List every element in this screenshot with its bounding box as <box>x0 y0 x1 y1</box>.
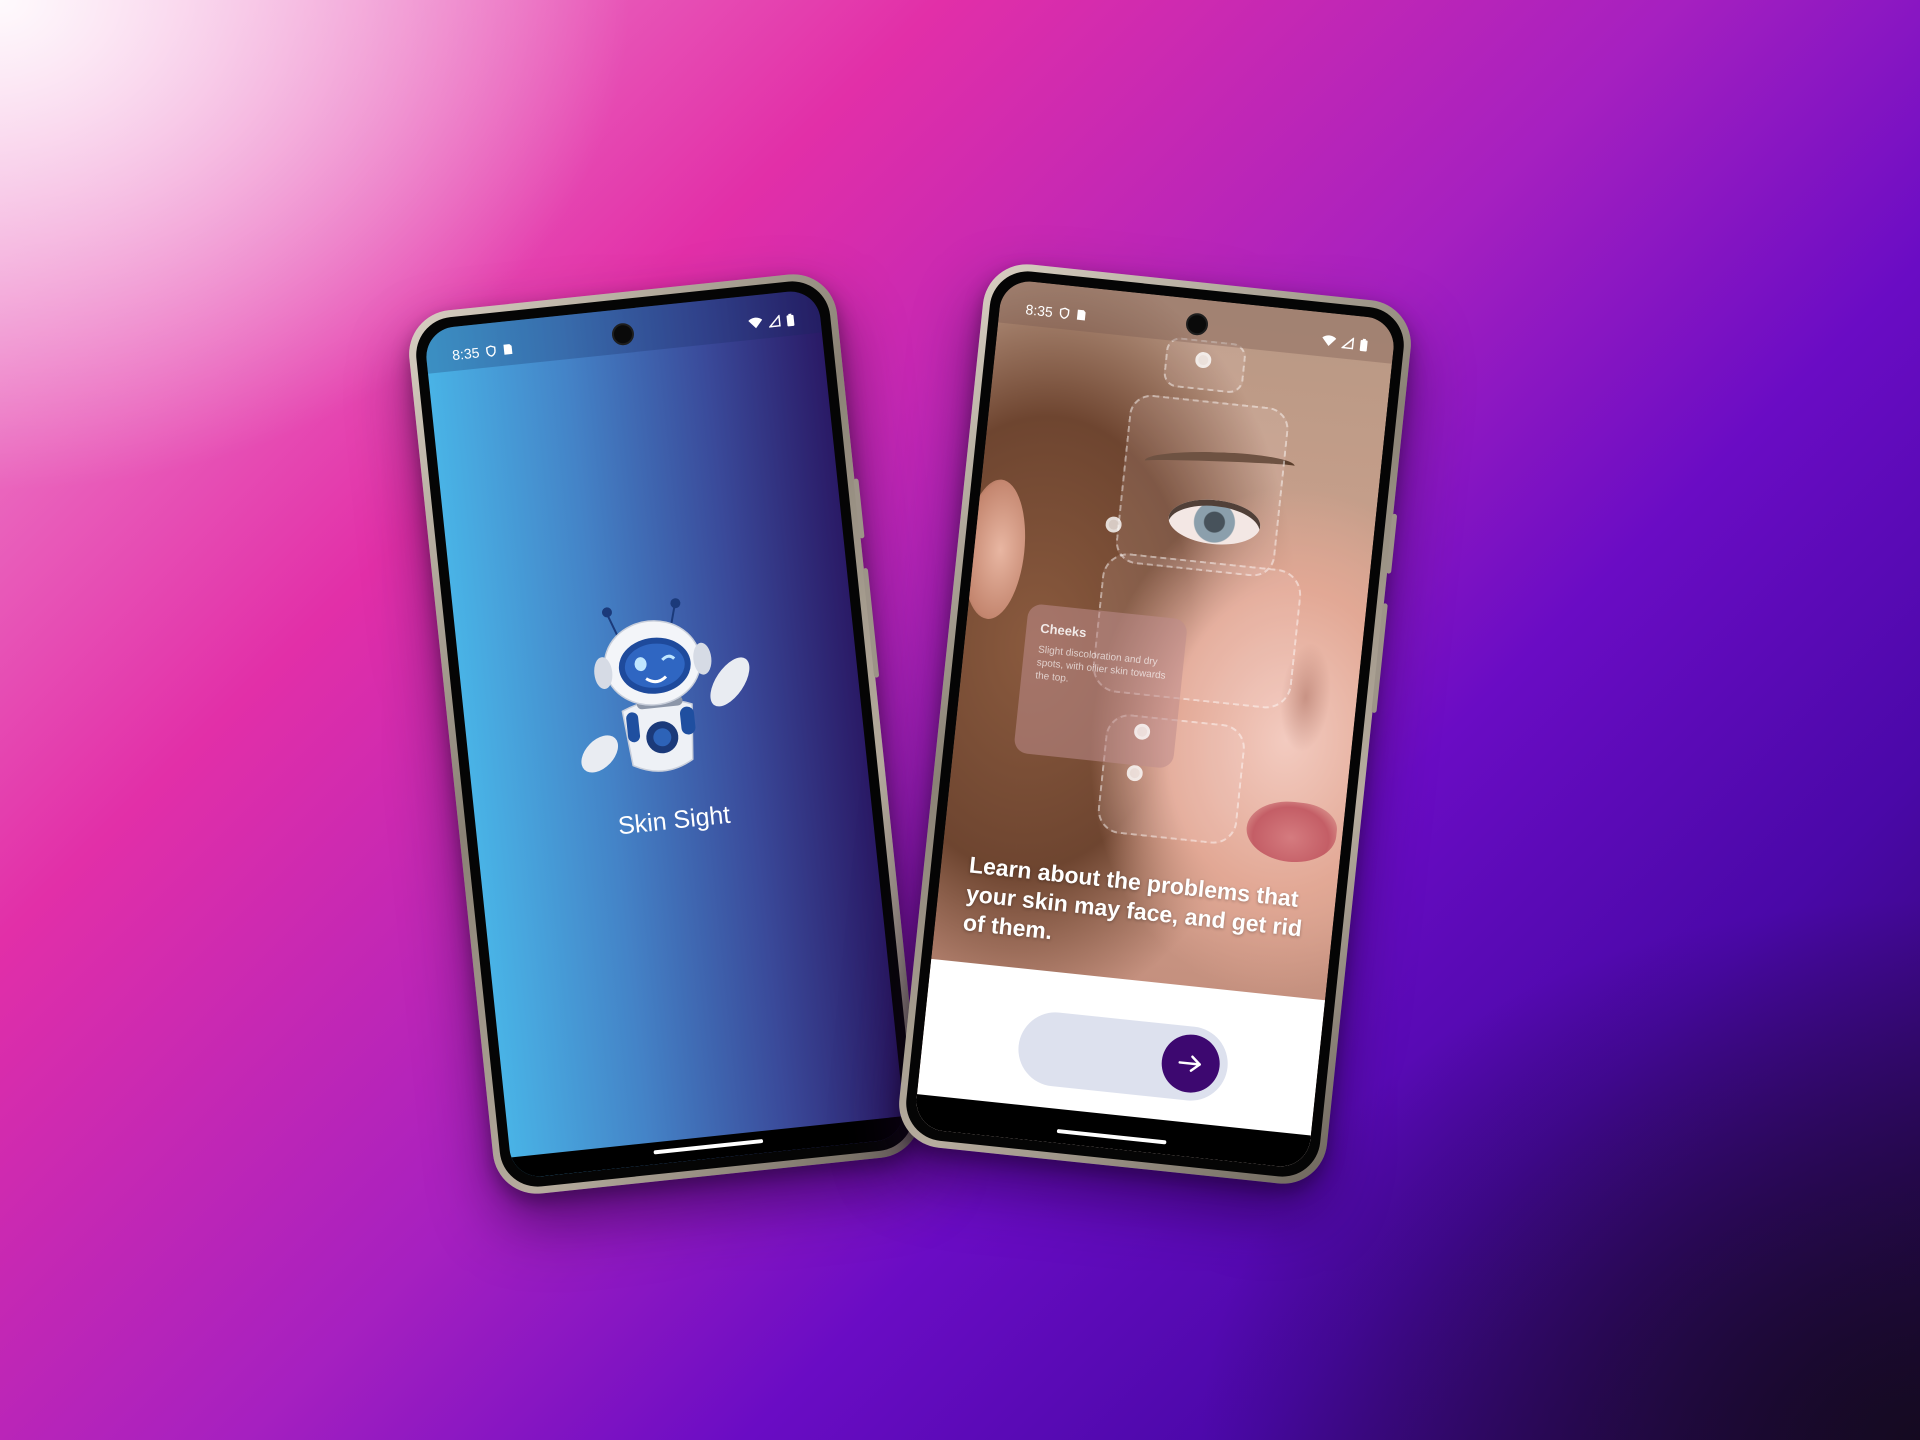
swipe-to-continue-slider[interactable] <box>1014 1008 1232 1105</box>
arrow-right-icon <box>1178 1055 1201 1072</box>
phone-bezel: 8:35 <box>902 267 1408 1181</box>
power-button <box>1386 513 1398 574</box>
navigation-bar <box>913 1094 1311 1170</box>
shield-icon <box>486 345 496 357</box>
status-right <box>1321 334 1368 352</box>
cell-signal-icon <box>1341 336 1355 350</box>
face-photo-ear <box>957 476 1032 623</box>
status-time: 8:35 <box>451 344 481 364</box>
wifi-icon <box>748 317 763 329</box>
phone-splash: 8:35 Skin Sight <box>404 269 926 1199</box>
app-name: Skin Sight <box>616 800 732 841</box>
mockup-canvas: { "left_phone": { "status_time": "8:35",… <box>0 0 1920 1440</box>
info-card-description: Slight discoloration and dry spots, with… <box>1034 644 1167 685</box>
battery-icon <box>1359 338 1368 351</box>
cheeks-info-card[interactable]: Cheeks Slight discoloration and dry spot… <box>1013 603 1189 770</box>
onboarding-headline: Learn about the problems that your skin … <box>961 851 1304 945</box>
status-left: 8:35 <box>451 341 514 363</box>
face-photo-lips <box>1243 797 1340 867</box>
bottom-panel <box>913 958 1326 1170</box>
splash-screen: 8:35 Skin Sight <box>423 288 907 1180</box>
shield-icon <box>1060 307 1070 319</box>
onboarding-screen: 8:35 Cheeks Slight discoloration and dry… <box>913 278 1397 1170</box>
robot-mascot-icon <box>556 588 765 797</box>
cheek-zone-dot[interactable] <box>1133 722 1151 741</box>
sim-card-icon <box>503 344 513 355</box>
status-right <box>748 313 795 331</box>
phone-onboarding: 8:35 Cheeks Slight discoloration and dry… <box>894 259 1416 1189</box>
eye-zone[interactable] <box>1113 392 1291 579</box>
phone-bezel: 8:35 <box>412 277 918 1191</box>
power-button <box>853 478 865 539</box>
status-time: 8:35 <box>1024 301 1054 321</box>
status-left: 8:35 <box>1025 301 1088 323</box>
sim-card-icon <box>1077 309 1086 321</box>
wifi-icon <box>1322 335 1337 347</box>
next-button[interactable] <box>1158 1031 1223 1096</box>
battery-icon <box>786 313 795 326</box>
cell-signal-icon <box>768 314 781 328</box>
